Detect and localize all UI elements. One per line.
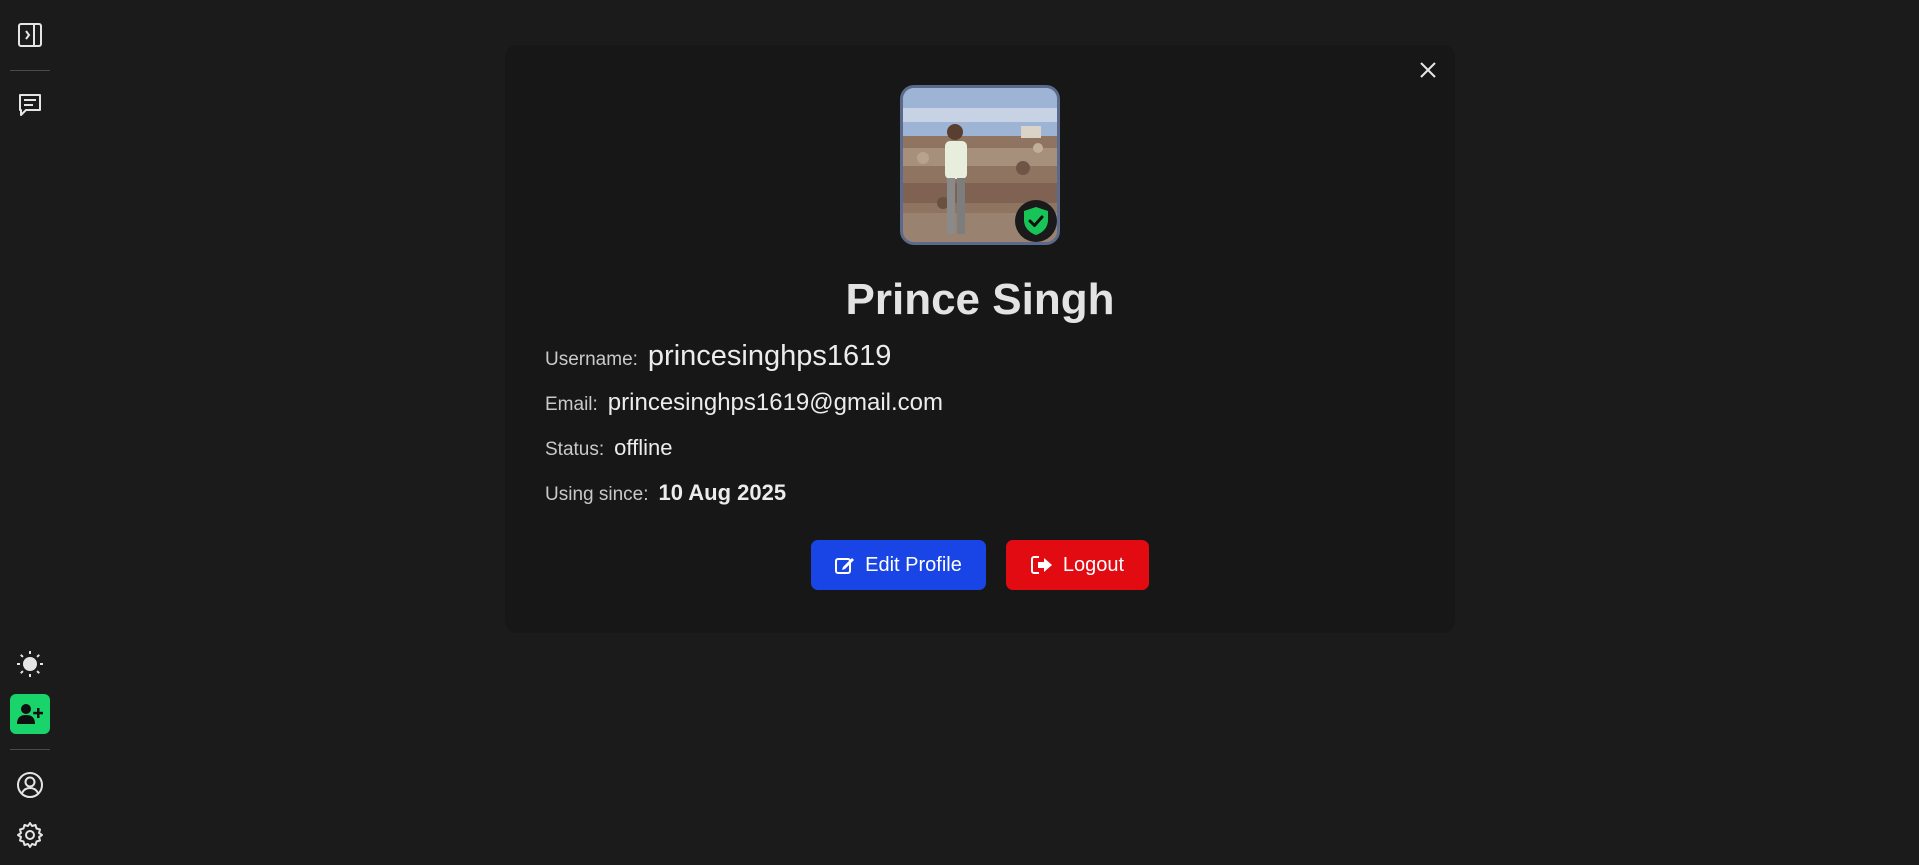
chat-icon[interactable] — [14, 89, 46, 121]
since-value: 10 Aug 2025 — [658, 480, 787, 505]
since-label: Using since: — [545, 484, 649, 505]
sidebar-divider — [10, 70, 50, 71]
panel-toggle-icon[interactable] — [14, 19, 46, 51]
logout-button[interactable]: Logout — [1006, 540, 1149, 590]
sidebar-divider — [10, 749, 50, 750]
close-button[interactable] — [1415, 57, 1441, 83]
edit-profile-button[interactable]: Edit Profile — [811, 540, 986, 590]
status-label: Status: — [545, 439, 605, 460]
add-user-button[interactable] — [10, 694, 50, 734]
email-row: Email: princesinghps1619@gmail.com — [545, 389, 943, 417]
profile-modal: Prince Singh Username: princesinghps1619… — [505, 45, 1455, 633]
close-icon — [1420, 62, 1436, 78]
gear-icon[interactable] — [14, 819, 46, 851]
sun-icon[interactable] — [14, 648, 46, 680]
email-label: Email: — [545, 394, 598, 415]
edit-icon — [835, 558, 855, 574]
username-row: Username: princesinghps1619 — [545, 340, 891, 373]
edit-profile-label: Edit Profile — [865, 553, 962, 576]
since-row: Using since: 10 Aug 2025 — [545, 480, 786, 506]
logout-label: Logout — [1062, 553, 1125, 576]
logout-icon — [1030, 556, 1052, 574]
shield-check-icon — [1024, 207, 1048, 235]
verified-badge — [1015, 200, 1057, 242]
email-value: princesinghps1619@gmail.com — [607, 389, 943, 416]
add-user-icon — [17, 704, 43, 724]
sidebar — [0, 0, 60, 865]
username-value: princesinghps1619 — [647, 340, 892, 372]
user-circle-icon[interactable] — [14, 769, 46, 801]
profile-name: Prince Singh — [845, 275, 1115, 324]
status-value: offline — [614, 435, 673, 460]
username-label: Username: — [545, 349, 638, 370]
status-row: Status: offline — [545, 435, 672, 461]
